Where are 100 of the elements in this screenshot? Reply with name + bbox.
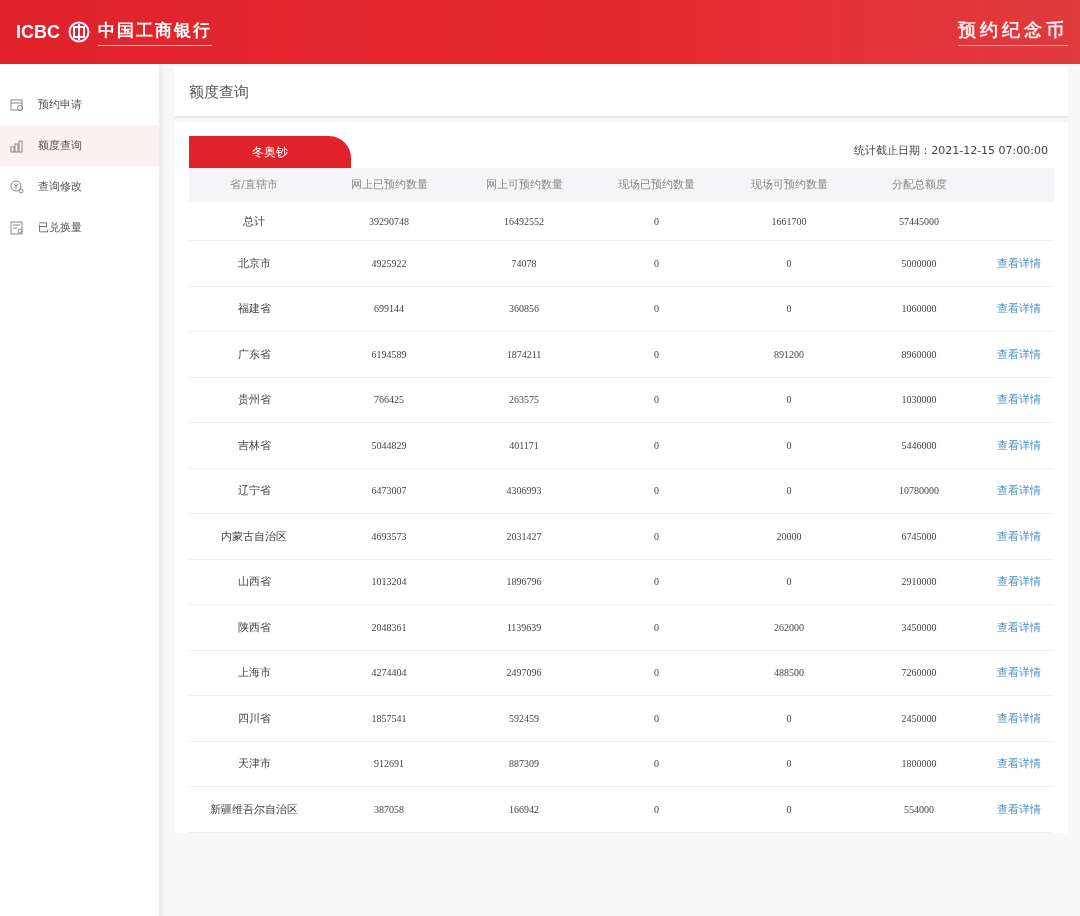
sidebar-item[interactable]: 预约申请 (0, 84, 159, 125)
table-cell: 1013204 (319, 559, 459, 605)
calendar-icon (10, 97, 24, 112)
table-cell: 6745000 (854, 514, 984, 560)
bar-chart-icon (10, 138, 24, 153)
column-header: 现场可预约数量 (724, 168, 854, 202)
table-cell: 166942 (459, 787, 589, 833)
details-link[interactable]: 查看详情 (997, 710, 1041, 726)
table-cell: 592459 (459, 696, 589, 742)
table-cell: 0 (724, 241, 854, 287)
table-cell: 401171 (459, 423, 589, 469)
stat-date: 统计截止日期：2021-12-15 07:00:00 (854, 143, 1049, 159)
details-link[interactable]: 查看详情 (997, 392, 1041, 408)
table-cell: 0 (724, 377, 854, 423)
table-cell: 0 (589, 787, 724, 833)
logo-text: ICBC (16, 21, 60, 43)
table-cell: 0 (589, 332, 724, 378)
table-cell: 0 (589, 423, 724, 469)
table-cell: 263575 (459, 377, 589, 423)
table-cell: 吉林省 (189, 423, 319, 469)
table-cell: 6473007 (319, 468, 459, 514)
column-header: 省/直辖市 (189, 168, 319, 202)
table-cell: 0 (589, 377, 724, 423)
table-cell: 74078 (459, 241, 589, 287)
page-title: 额度查询 (175, 68, 1068, 118)
table-cell: 0 (724, 696, 854, 742)
document-icon (10, 220, 24, 235)
table-cell: 1139639 (459, 605, 589, 651)
table-cell: 2048361 (319, 605, 459, 651)
sidebar-item[interactable]: 查询修改 (0, 166, 159, 207)
table-cell: 554000 (854, 787, 984, 833)
bank-logo-icon (68, 21, 90, 43)
table-cell: 5000000 (854, 241, 984, 287)
table-cell: 2031427 (459, 514, 589, 560)
column-header: 网上已预约数量 (319, 168, 459, 202)
details-link[interactable]: 查看详情 (997, 255, 1041, 271)
table-cell: 3450000 (854, 605, 984, 651)
details-link[interactable]: 查看详情 (997, 756, 1041, 772)
table-cell: 0 (589, 559, 724, 605)
table-cell: 1060000 (854, 286, 984, 332)
table-cell: 6194589 (319, 332, 459, 378)
details-link[interactable]: 查看详情 (997, 301, 1041, 317)
table-cell: 4925922 (319, 241, 459, 287)
table-cell: 2450000 (854, 696, 984, 742)
table-cell: 387058 (319, 787, 459, 833)
table-cell: 4306993 (459, 468, 589, 514)
table-cell: 5044829 (319, 423, 459, 469)
table-cell: 0 (724, 559, 854, 605)
table-cell: 488500 (724, 650, 854, 696)
table-cell: 0 (724, 468, 854, 514)
table-cell: 山西省 (189, 559, 319, 605)
details-link[interactable]: 查看详情 (997, 528, 1041, 544)
table-cell: 陕西省 (189, 605, 319, 651)
table-cell: 1800000 (854, 741, 984, 787)
table-cell: 贵州省 (189, 377, 319, 423)
sidebar-item[interactable]: 已兑换量 (0, 207, 159, 248)
table-cell: 1661700 (724, 202, 854, 241)
sidebar-item[interactable]: 额度查询 (0, 125, 159, 166)
details-link[interactable]: 查看详情 (997, 619, 1041, 635)
table-cell: 699144 (319, 286, 459, 332)
table-cell: 0 (724, 423, 854, 469)
table-cell: 0 (589, 468, 724, 514)
table-cell: 1896796 (459, 559, 589, 605)
details-link[interactable]: 查看详情 (997, 574, 1041, 590)
table-cell: 0 (589, 202, 724, 241)
table-cell: 912691 (319, 741, 459, 787)
table-cell: 四川省 (189, 696, 319, 742)
table-cell: 4693573 (319, 514, 459, 560)
column-header: 现场已预约数量 (589, 168, 724, 202)
details-link[interactable]: 查看详情 (997, 346, 1041, 362)
details-link[interactable]: 查看详情 (997, 665, 1041, 681)
table-cell: 0 (589, 286, 724, 332)
header-title: 预约纪念币 (958, 18, 1068, 46)
details-link[interactable]: 查看详情 (997, 437, 1041, 453)
table-cell: 16492552 (459, 202, 589, 241)
bank-name: 中国工商银行 (98, 18, 212, 46)
table-cell: 新疆维吾尔自治区 (189, 787, 319, 833)
table-cell: 2910000 (854, 559, 984, 605)
table-cell: 1857541 (319, 696, 459, 742)
coin-icon (10, 179, 24, 194)
table-cell: 0 (724, 741, 854, 787)
table-cell: 0 (589, 696, 724, 742)
table-cell: 766425 (319, 377, 459, 423)
table-cell: 北京市 (189, 241, 319, 287)
table-cell: 0 (589, 514, 724, 560)
table-cell: 福建省 (189, 286, 319, 332)
table-cell: 7260000 (854, 650, 984, 696)
table-cell: 广东省 (189, 332, 319, 378)
tab[interactable]: 冬奥钞 (189, 136, 351, 168)
table-cell: 0 (589, 741, 724, 787)
table-cell: 10780000 (854, 468, 984, 514)
table-cell: 262000 (724, 605, 854, 651)
table-cell: 39290748 (319, 202, 459, 241)
table-cell: 内蒙古自治区 (189, 514, 319, 560)
table-cell: 360856 (459, 286, 589, 332)
table-cell: 891200 (724, 332, 854, 378)
table-cell: 4274404 (319, 650, 459, 696)
details-link[interactable]: 查看详情 (997, 801, 1041, 817)
table-cell: 天津市 (189, 741, 319, 787)
details-link[interactable]: 查看详情 (997, 483, 1041, 499)
